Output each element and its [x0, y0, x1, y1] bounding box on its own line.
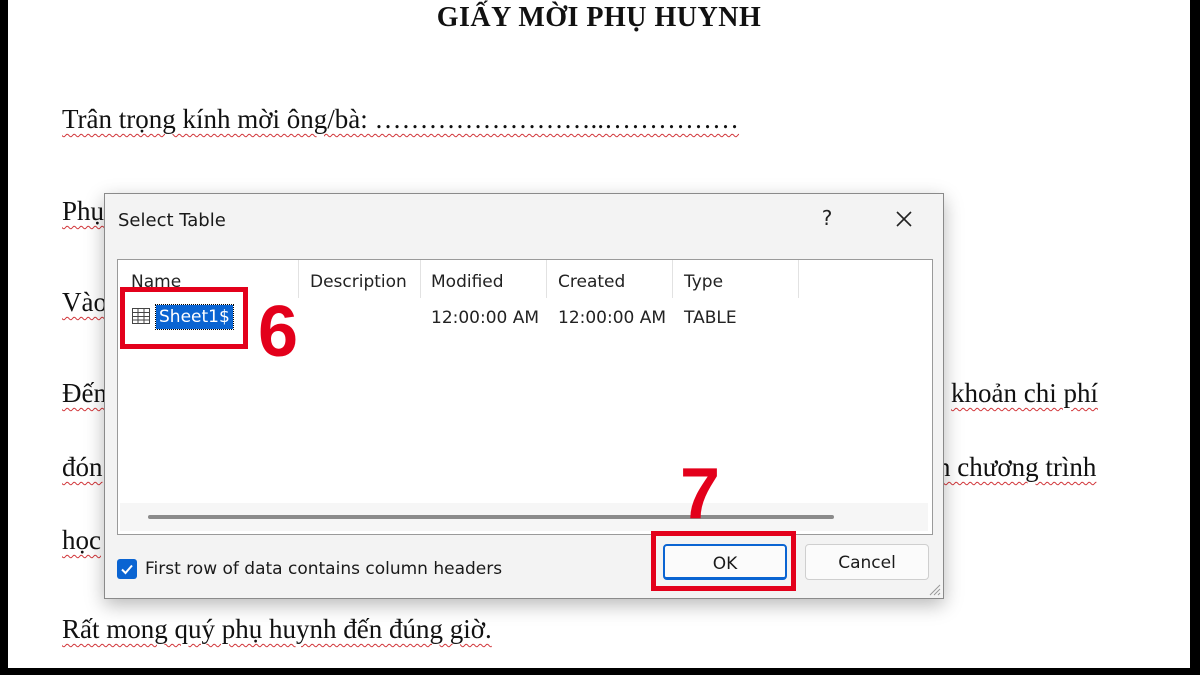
resize-grip-icon[interactable] [927, 582, 941, 596]
doc-line-6-left: học [62, 525, 101, 555]
horizontal-scrollbar[interactable] [120, 503, 928, 531]
step-number-6: 6 [258, 292, 299, 372]
doc-line-2: Phụ [62, 196, 105, 226]
help-button[interactable]: ? [815, 206, 839, 230]
step-number-7: 7 [680, 454, 721, 534]
highlight-box-sheet [120, 287, 248, 349]
doc-line-invitation: Trân trọng kính mời ông/bà: ……………………..……… [62, 104, 740, 134]
row-created-cell: 12:00:00 AM [558, 308, 667, 328]
highlight-box-ok [651, 531, 796, 591]
doc-line-4-left: Đến [62, 378, 107, 408]
first-row-headers-checkbox[interactable] [117, 559, 137, 579]
checkmark-icon [121, 564, 133, 575]
dialog-title: Select Table [118, 210, 226, 231]
doc-line-5-right: n chương trình [937, 452, 1097, 482]
doc-line-closing: Rất mong quý phụ huynh đến đúng giờ. [62, 614, 492, 644]
column-header-modified[interactable]: Modified [431, 272, 504, 292]
row-type-cell: TABLE [684, 308, 737, 328]
column-separator[interactable] [298, 260, 299, 298]
checkbox-label[interactable]: First row of data contains column header… [145, 559, 502, 579]
column-separator[interactable] [798, 260, 799, 298]
column-header-created[interactable]: Created [558, 272, 625, 292]
close-icon [896, 211, 912, 227]
column-header-type[interactable]: Type [684, 272, 723, 292]
column-separator[interactable] [546, 260, 547, 298]
doc-line-3: Vào [62, 287, 107, 317]
select-table-dialog: Select Table ? Name Description Modified… [104, 193, 944, 599]
close-button[interactable] [889, 204, 919, 234]
scrollbar-thumb[interactable] [148, 515, 834, 519]
column-header-description[interactable]: Description [310, 272, 407, 292]
document-title: GIẤY MỜI PHỤ HUYNH [436, 2, 762, 33]
row-modified-cell: 12:00:00 AM [431, 308, 540, 328]
doc-line-4-right: khoản chi phí [951, 378, 1098, 408]
cancel-button[interactable]: Cancel [805, 544, 929, 580]
doc-line-5-left: đón [62, 452, 103, 482]
column-separator[interactable] [672, 260, 673, 298]
column-separator[interactable] [420, 260, 421, 298]
